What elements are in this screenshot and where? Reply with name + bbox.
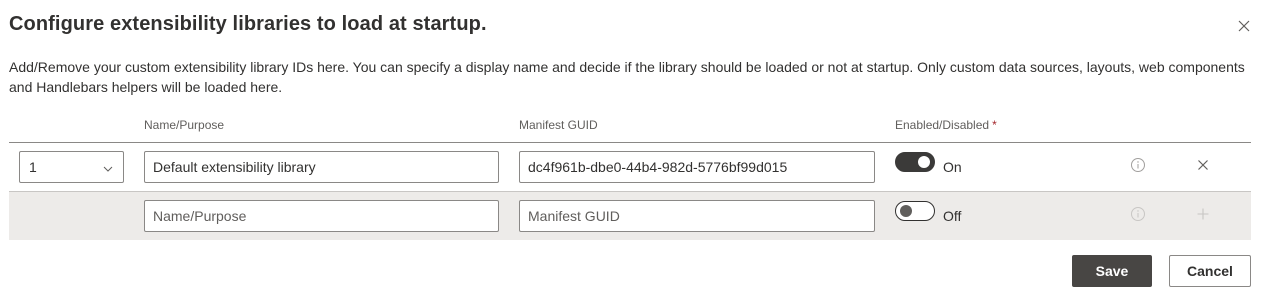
new-row: Off xyxy=(9,192,1251,240)
column-header-name: Name/Purpose xyxy=(144,118,225,132)
toggle-knob xyxy=(918,156,930,168)
dialog-description: Add/Remove your custom extensibility lib… xyxy=(9,59,1245,95)
name-purpose-input[interactable] xyxy=(144,151,499,183)
toggle-state-label: On xyxy=(943,159,962,175)
order-value: 1 xyxy=(29,159,37,175)
add-icon[interactable] xyxy=(1195,206,1211,222)
order-dropdown[interactable]: 1 xyxy=(19,151,124,183)
column-header-enabled: Enabled/Disabled * xyxy=(895,118,997,132)
chevron-down-icon xyxy=(102,162,114,174)
info-icon[interactable] xyxy=(1130,157,1146,173)
table-row: 1 On xyxy=(9,143,1251,191)
new-name-purpose-input[interactable] xyxy=(144,200,499,232)
cancel-button[interactable]: Cancel xyxy=(1169,255,1251,287)
new-toggle-state-label: Off xyxy=(943,208,962,224)
manifest-guid-input[interactable] xyxy=(519,151,875,183)
close-icon[interactable] xyxy=(1236,18,1252,34)
delete-icon[interactable] xyxy=(1195,157,1211,173)
enabled-toggle[interactable] xyxy=(895,152,935,172)
new-manifest-guid-input[interactable] xyxy=(519,200,875,232)
info-icon[interactable] xyxy=(1130,206,1146,222)
required-marker: * xyxy=(992,118,997,132)
column-header-enabled-label: Enabled/Disabled xyxy=(895,118,990,132)
dialog-title: Configure extensibility libraries to loa… xyxy=(9,13,487,35)
save-button[interactable]: Save xyxy=(1072,255,1152,287)
extensibility-dialog: Configure extensibility libraries to loa… xyxy=(0,0,1261,298)
toggle-knob xyxy=(900,205,912,217)
column-header-guid: Manifest GUID xyxy=(519,118,598,132)
new-enabled-toggle[interactable] xyxy=(895,201,935,221)
